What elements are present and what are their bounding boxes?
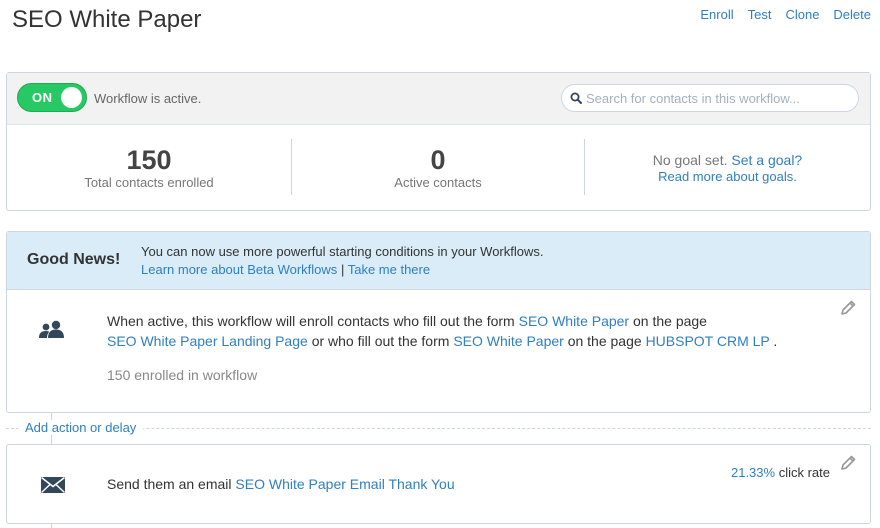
goal-stat: No goal set. Set a goal? Read more about…: [585, 125, 870, 211]
trigger-line-2: SEO White Paper Landing Page or who fill…: [107, 331, 777, 351]
status-bar: ON Workflow is active.: [7, 73, 870, 125]
good-news-banner: Good News! You can now use more powerful…: [7, 232, 870, 290]
pencil-icon[interactable]: [839, 454, 857, 472]
page-link-2[interactable]: HUBSPOT CRM LP: [646, 333, 770, 349]
trigger-description: When active, this workflow will enroll c…: [107, 311, 777, 351]
enroll-link[interactable]: Enroll: [700, 7, 733, 22]
enrolled-note: 150 enrolled in workflow: [107, 367, 258, 383]
active-contacts-value: 0: [430, 145, 446, 175]
flow-connector: [51, 524, 52, 528]
goal-read-more-line: Read more about goals.: [585, 169, 870, 184]
envelope-icon: [41, 476, 65, 494]
email-name-link[interactable]: SEO White Paper Email Thank You: [235, 476, 454, 492]
form-link-1[interactable]: SEO White Paper: [519, 313, 630, 329]
contact-search-input[interactable]: [586, 88, 852, 108]
active-contacts-label: Active contacts: [394, 175, 482, 190]
workflow-status-card: ON Workflow is active. 150 Total contact…: [6, 72, 871, 211]
trigger-text-5: .: [773, 333, 778, 349]
stats-row: 150 Total contacts enrolled 0 Active con…: [7, 125, 870, 211]
trigger-card: Good News! You can now use more powerful…: [6, 231, 871, 413]
click-rate: 21.33% click rate: [731, 465, 830, 480]
news-message: You can now use more powerful starting c…: [141, 244, 544, 259]
pencil-icon[interactable]: [839, 299, 857, 317]
news-links: Learn more about Beta Workflows | Take m…: [141, 261, 543, 279]
trigger-body: When active, this workflow will enroll c…: [7, 290, 870, 412]
click-rate-value[interactable]: 21.33%: [731, 465, 775, 480]
test-link[interactable]: Test: [748, 7, 772, 22]
add-action-link[interactable]: Add action or delay: [18, 420, 144, 435]
total-enrolled-label: Total contacts enrolled: [84, 175, 214, 190]
active-contacts-stat: 0 Active contacts: [292, 125, 584, 211]
goal-text: No goal set.: [652, 152, 728, 168]
total-enrolled-value: 150: [126, 145, 172, 175]
trigger-text-4: on the page: [567, 333, 642, 349]
trigger-text-2: on the page: [633, 313, 707, 329]
learn-beta-workflows-link[interactable]: Learn more about Beta Workflows: [141, 262, 337, 277]
clone-link[interactable]: Clone: [785, 7, 819, 22]
workflow-status-text: Workflow is active.: [94, 91, 202, 106]
search-icon: [570, 92, 582, 104]
contact-search-box: [561, 84, 859, 112]
read-more-goals-link[interactable]: Read more about goals.: [658, 169, 797, 184]
trigger-line-1: When active, this workflow will enroll c…: [107, 311, 777, 331]
take-me-there-link[interactable]: Take me there: [348, 262, 430, 277]
contacts-icon: [39, 320, 64, 338]
form-link-2[interactable]: SEO White Paper: [453, 333, 564, 349]
trigger-text-1: When active, this workflow will enroll c…: [107, 313, 515, 329]
news-text: You can now use more powerful starting c…: [141, 243, 543, 279]
email-step-text: Send them an email SEO White Paper Email…: [107, 476, 455, 492]
page-link-1[interactable]: SEO White Paper Landing Page: [107, 333, 308, 349]
email-action-card: Send them an email SEO White Paper Email…: [6, 444, 871, 524]
trigger-text-3: or who fill out the form: [311, 333, 450, 349]
email-step-label: Send them an email: [107, 476, 232, 492]
delete-link[interactable]: Delete: [833, 7, 871, 22]
click-rate-label: click rate: [778, 465, 830, 480]
news-title: Good News!: [27, 251, 121, 268]
total-enrolled-stat: 150 Total contacts enrolled: [7, 125, 291, 211]
header-actions: Enroll Test Clone Delete: [700, 7, 871, 22]
active-toggle[interactable]: ON: [17, 83, 87, 112]
page-title: SEO White Paper: [12, 6, 202, 33]
goal-line: No goal set. Set a goal?: [585, 152, 870, 168]
toggle-label: ON: [32, 90, 53, 105]
set-goal-link[interactable]: Set a goal?: [731, 152, 802, 168]
news-link-separator: |: [340, 262, 345, 277]
toggle-knob: [61, 87, 82, 108]
